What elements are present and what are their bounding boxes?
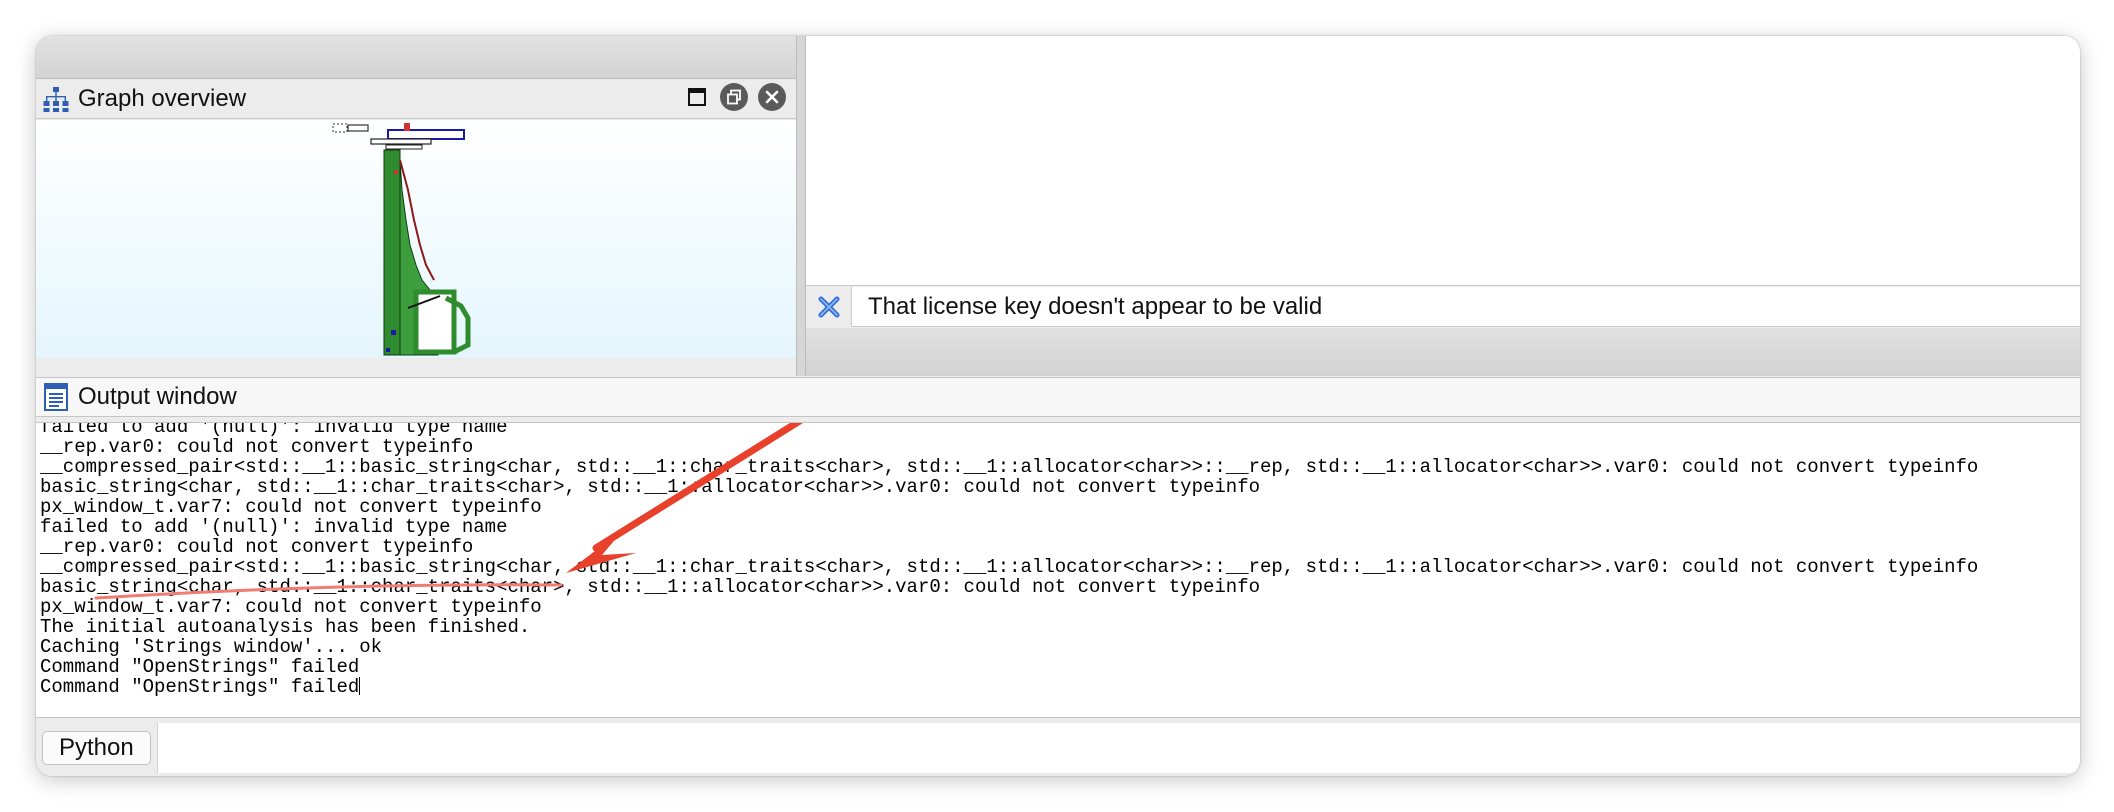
- graph-tree-icon: [42, 85, 70, 113]
- maximize-icon[interactable]: [684, 84, 710, 110]
- python-language-button[interactable]: Python: [42, 731, 151, 765]
- graph-edge: [383, 149, 401, 356]
- graph-overview-title: Graph overview: [78, 84, 247, 112]
- annotation-overlay: [94, 423, 803, 600]
- graph-node: [391, 330, 396, 335]
- close-icon[interactable]: [758, 83, 786, 111]
- graph-overview-header: Graph overview: [36, 79, 796, 119]
- notification-text: That license key doesn't appear to be va…: [868, 292, 1323, 320]
- right-empty-pane: [806, 36, 2080, 286]
- output-log[interactable]: failed to add '(null)': invalid type nam…: [36, 422, 2080, 718]
- cli-input[interactable]: [156, 723, 2080, 773]
- license-notification: That license key doesn't appear to be va…: [806, 286, 2080, 327]
- annotation-underline: [94, 583, 563, 600]
- output-window-header: Output window: [36, 377, 2080, 417]
- right-toolbar: [806, 328, 2080, 376]
- graph-node: [404, 123, 410, 131]
- app-window: Graph overview That license key doesn't …: [36, 36, 2080, 776]
- graph-thumbnail: [332, 123, 471, 356]
- graph-node: [370, 138, 432, 145]
- output-window-title: Output window: [78, 383, 237, 410]
- graph-node: [386, 348, 390, 352]
- graph-node: [385, 144, 423, 150]
- vertical-splitter[interactable]: [796, 36, 806, 376]
- graph-node: [332, 123, 348, 133]
- document-lines-icon: [42, 383, 70, 411]
- left-toolbar: [36, 36, 796, 79]
- graph-node: [347, 124, 369, 132]
- cli-bar: Python: [36, 720, 2080, 776]
- graph-node: [394, 170, 398, 174]
- annotation-arrow-shaft: [592, 423, 803, 552]
- graph-overview-canvas[interactable]: [36, 120, 796, 358]
- annotation-arrow-head: [566, 529, 636, 573]
- close-x-icon[interactable]: [806, 286, 852, 327]
- restore-icon[interactable]: [720, 83, 748, 111]
- graph-node: [387, 129, 465, 140]
